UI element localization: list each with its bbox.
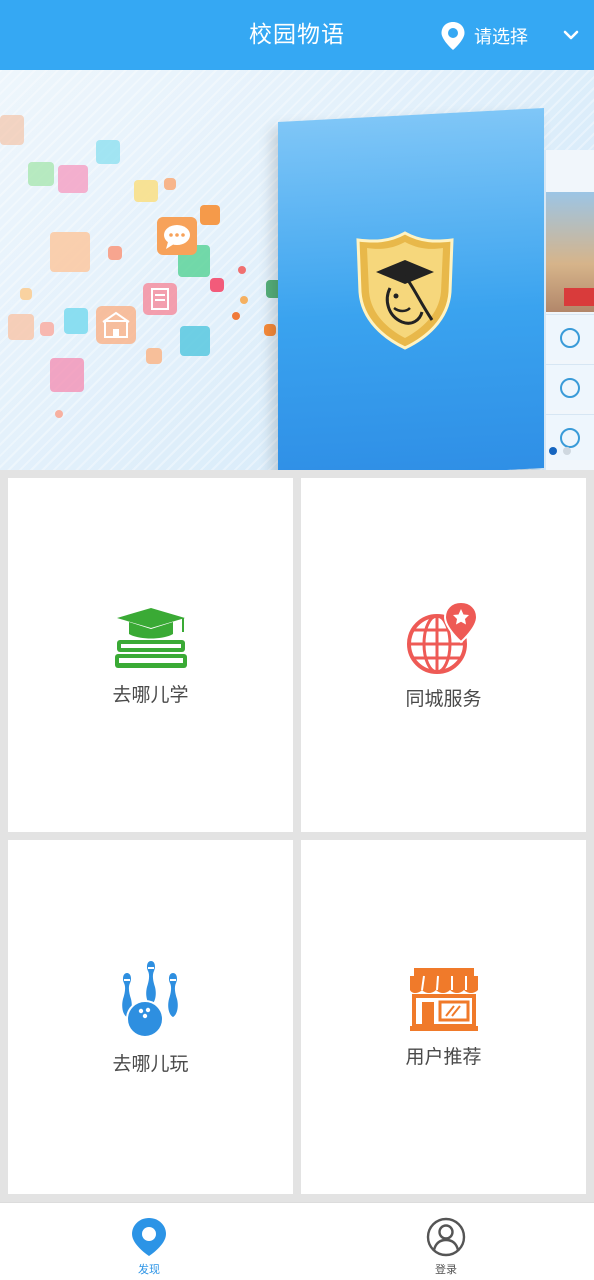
tile-label: 用户推荐 — [405, 1045, 482, 1068]
globe-pin-icon — [406, 600, 478, 674]
tile-label: 同城服务 — [405, 687, 482, 710]
arrow-circle-icon — [560, 428, 580, 448]
app-header: 校园物语 请选择 — [0, 0, 594, 70]
tile-where-to-study[interactable]: 去哪儿学 — [8, 478, 293, 832]
bottom-nav: 发现 登录 — [0, 1202, 594, 1280]
photo-tag — [564, 288, 594, 306]
storefront-icon — [409, 967, 478, 1031]
nav-item-discover[interactable]: 发现 — [104, 1217, 194, 1277]
nav-item-login[interactable]: 登录 — [401, 1217, 491, 1277]
graduation-books-icon — [114, 607, 187, 668]
tile-user-recommendations[interactable]: 用户推荐 — [301, 840, 586, 1194]
nav-label: 登录 — [435, 1263, 457, 1276]
location-selector[interactable]: 请选择 — [440, 20, 528, 52]
arrow-circle-icon — [560, 378, 580, 398]
school-shield-logo — [356, 231, 454, 350]
location-label: 请选择 — [474, 27, 528, 48]
bowling-icon — [121, 960, 178, 1038]
banner-next-slide — [544, 150, 594, 470]
carousel-dot[interactable] — [563, 447, 571, 455]
chevron-down-icon[interactable] — [562, 26, 580, 44]
school-building-icon — [96, 306, 136, 344]
arrow-circle-icon — [560, 328, 580, 348]
banner-carousel[interactable] — [0, 70, 594, 470]
tile-label: 去哪儿学 — [112, 683, 189, 706]
carousel-dot-active[interactable] — [549, 447, 557, 455]
tile-where-to-play[interactable]: 去哪儿玩 — [8, 840, 293, 1194]
chat-bubble-icon — [157, 217, 197, 255]
user-icon — [426, 1217, 466, 1257]
tile-label: 去哪儿玩 — [112, 1052, 189, 1075]
nav-label: 发现 — [138, 1263, 160, 1276]
document-icon — [143, 283, 177, 315]
location-pin-icon — [441, 22, 465, 50]
tile-local-services[interactable]: 同城服务 — [301, 478, 586, 832]
location-pin-icon — [132, 1218, 166, 1256]
